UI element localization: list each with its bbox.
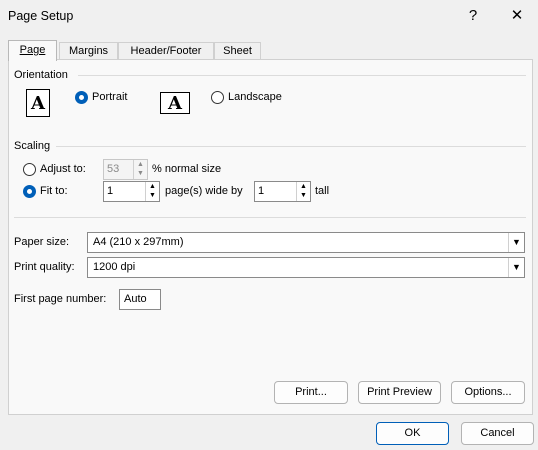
paper-size-select[interactable]: A4 (210 x 297mm) ▼ <box>87 232 525 253</box>
tab-margins[interactable]: Margins <box>59 42 118 60</box>
window-title: Page Setup <box>8 9 74 23</box>
fit-wide-arrows: ▲ ▼ <box>145 182 159 201</box>
fit-wide-spinner[interactable]: 1 ▲ ▼ <box>103 181 160 202</box>
adjust-to-radio[interactable] <box>23 163 36 176</box>
tab-sheet[interactable]: Sheet <box>214 42 261 60</box>
adjust-to-arrows: ▲ ▼ <box>133 160 147 179</box>
portrait-label-text: Portrait <box>92 91 128 103</box>
spin-down-icon[interactable]: ▼ <box>134 169 147 178</box>
tab-margins-label: Margins <box>68 45 109 57</box>
spin-up-icon[interactable]: ▲ <box>134 160 147 169</box>
tab-page[interactable]: Page <box>8 40 57 61</box>
portrait-radio[interactable] <box>75 91 88 104</box>
fit-wide-suffix: page(s) wide by <box>165 185 243 197</box>
fit-to-radio[interactable] <box>23 185 36 198</box>
tab-page-label: Page <box>19 44 46 56</box>
adjust-to-value: 53 <box>107 163 120 175</box>
tab-sheet-label: Sheet <box>223 45 252 57</box>
spin-up-icon[interactable]: ▲ <box>297 182 310 191</box>
tab-header-footer-label: Header/Footer <box>130 45 202 57</box>
portrait-label[interactable]: Portrait <box>92 91 127 103</box>
cancel-button[interactable]: Cancel <box>461 422 534 445</box>
title-bar: Page Setup ? ✕ <box>0 0 538 34</box>
ok-button[interactable]: OK <box>376 422 449 445</box>
landscape-label-text: Landscape <box>228 91 282 103</box>
portrait-page-icon: A <box>26 89 50 117</box>
scaling-bottom-divider <box>14 217 526 218</box>
spin-down-icon[interactable]: ▼ <box>297 191 310 200</box>
landscape-label[interactable]: Landscape <box>228 91 282 103</box>
adjust-to-label[interactable]: Adjust to: <box>40 163 86 175</box>
spin-up-icon[interactable]: ▲ <box>146 182 159 191</box>
scaling-label: Scaling <box>14 140 51 152</box>
chevron-down-icon[interactable]: ▼ <box>508 233 524 252</box>
help-button[interactable]: ? <box>459 5 487 27</box>
fit-tall-spinner[interactable]: 1 ▲ ▼ <box>254 181 311 202</box>
close-icon[interactable]: ✕ <box>503 5 531 27</box>
first-page-number-value: Auto <box>124 293 147 305</box>
first-page-number-label: First page number: <box>14 293 107 305</box>
options-button[interactable]: Options... <box>451 381 525 404</box>
landscape-page-icon: A <box>160 92 190 114</box>
landscape-radio[interactable] <box>211 91 224 104</box>
fit-tall-arrows: ▲ ▼ <box>296 182 310 201</box>
adjust-to-spinner[interactable]: 53 ▲ ▼ <box>103 159 148 180</box>
chevron-down-icon[interactable]: ▼ <box>508 258 524 277</box>
scaling-divider <box>56 146 526 147</box>
paper-size-value: A4 (210 x 297mm) <box>93 236 184 248</box>
print-quality-label: Print quality: <box>14 261 75 273</box>
fit-to-label[interactable]: Fit to: <box>40 185 68 197</box>
spin-down-icon[interactable]: ▼ <box>146 191 159 200</box>
print-quality-select[interactable]: 1200 dpi ▼ <box>87 257 525 278</box>
print-button[interactable]: Print... <box>274 381 348 404</box>
orientation-label: Orientation <box>14 69 68 81</box>
fit-tall-suffix: tall <box>315 185 330 197</box>
tab-header-footer[interactable]: Header/Footer <box>118 42 214 60</box>
adjust-to-suffix: % normal size <box>152 163 222 175</box>
print-quality-value: 1200 dpi <box>93 261 136 273</box>
fit-wide-value: 1 <box>107 185 114 197</box>
orientation-divider <box>78 75 526 76</box>
fit-tall-value: 1 <box>258 185 265 197</box>
first-page-number-input[interactable]: Auto <box>119 289 161 310</box>
print-preview-button[interactable]: Print Preview <box>358 381 441 404</box>
paper-size-label: Paper size: <box>14 236 70 248</box>
